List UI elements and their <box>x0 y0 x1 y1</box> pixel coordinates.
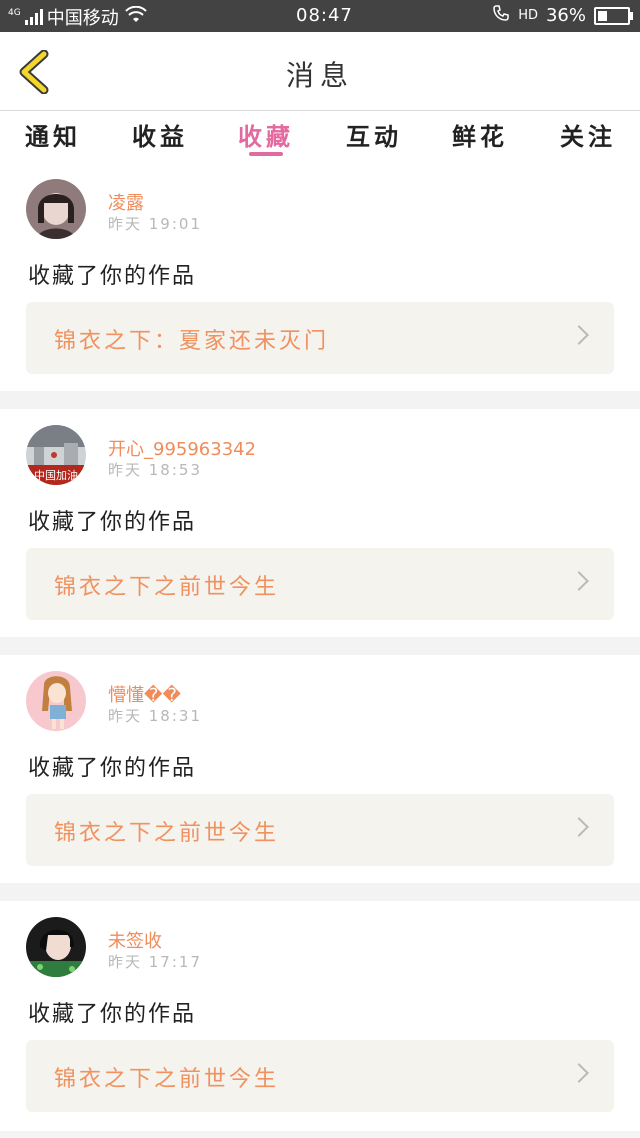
username[interactable]: 懵懂�� <box>108 681 181 707</box>
work-title: 锦衣之下：夏家还未灭门 <box>54 329 330 354</box>
tab-notifications[interactable]: 通知 <box>3 117 103 152</box>
timestamp: 昨天 18:53 <box>108 461 202 479</box>
work-title: 锦衣之下之前世今生 <box>54 821 280 846</box>
chevron-right-icon <box>569 325 589 345</box>
avatar[interactable] <box>26 671 86 731</box>
app-header: 消息 <box>0 32 640 111</box>
clock: 08:47 <box>296 5 353 26</box>
tab-earnings[interactable]: 收益 <box>110 117 210 152</box>
chevron-right-icon <box>569 1063 589 1083</box>
battery-percent: 36% <box>545 5 586 26</box>
active-tab-indicator <box>249 152 283 156</box>
battery-fill <box>598 10 607 21</box>
action-text: 收藏了你的作品 <box>28 756 197 781</box>
avatar-caption: 中国加油 <box>34 468 78 482</box>
work-title: 锦衣之下之前世今生 <box>54 1067 280 1092</box>
tab-flowers[interactable]: 鲜花 <box>430 117 530 152</box>
timestamp: 昨天 18:31 <box>108 707 202 725</box>
status-bar: 4G 中国移动 08:47 HD 36% <box>0 0 640 32</box>
list-item: 未签收 昨天 17:17 收藏了你的作品 锦衣之下之前世今生 <box>0 901 640 1131</box>
wifi-icon <box>124 5 147 29</box>
carrier-name: 中国移动 <box>46 8 119 29</box>
timestamp: 昨天 17:17 <box>108 953 202 971</box>
work-link[interactable]: 锦衣之下之前世今生 <box>26 1040 614 1112</box>
network-type: 4G <box>8 8 21 18</box>
battery-icon <box>594 6 633 25</box>
avatar[interactable]: 中国加油 <box>26 425 86 485</box>
tab-bar: 通知 收益 收藏 互动 鲜花 关注 <box>0 111 640 163</box>
username[interactable]: 开心_995963342 <box>108 435 256 461</box>
signal-icon <box>24 9 43 25</box>
action-text: 收藏了你的作品 <box>28 1002 197 1027</box>
tab-interactions[interactable]: 互动 <box>324 117 424 152</box>
call-icon <box>492 4 510 27</box>
list-item: 懵懂�� 昨天 18:31 收藏了你的作品 锦衣之下之前世今生 <box>0 655 640 883</box>
tab-follows[interactable]: 关注 <box>538 117 638 152</box>
status-left: 4G 中国移动 <box>8 4 147 30</box>
avatar[interactable] <box>26 917 86 977</box>
username[interactable]: 凌露 <box>108 189 144 215</box>
action-text: 收藏了你的作品 <box>28 510 197 535</box>
username[interactable]: 未签收 <box>108 927 162 953</box>
hd-indicator: HD <box>518 8 538 23</box>
chevron-right-icon <box>569 817 589 837</box>
tab-favorites[interactable]: 收藏 <box>216 117 316 152</box>
message-list: 凌露 昨天 19:01 收藏了你的作品 锦衣之下：夏家还未灭门 中国加油 开心_… <box>0 163 640 1131</box>
avatar[interactable] <box>26 179 86 239</box>
status-right: HD 36% <box>492 4 633 27</box>
chevron-right-icon <box>569 571 589 591</box>
page-title: 消息 <box>285 59 354 92</box>
work-title: 锦衣之下之前世今生 <box>54 575 280 600</box>
list-item: 凌露 昨天 19:01 收藏了你的作品 锦衣之下：夏家还未灭门 <box>0 163 640 391</box>
work-link[interactable]: 锦衣之下之前世今生 <box>26 548 614 620</box>
action-text: 收藏了你的作品 <box>28 264 197 289</box>
work-link[interactable]: 锦衣之下之前世今生 <box>26 794 614 866</box>
list-item: 中国加油 开心_995963342 昨天 18:53 收藏了你的作品 锦衣之下之… <box>0 409 640 637</box>
timestamp: 昨天 19:01 <box>108 215 202 233</box>
work-link[interactable]: 锦衣之下：夏家还未灭门 <box>26 302 614 374</box>
